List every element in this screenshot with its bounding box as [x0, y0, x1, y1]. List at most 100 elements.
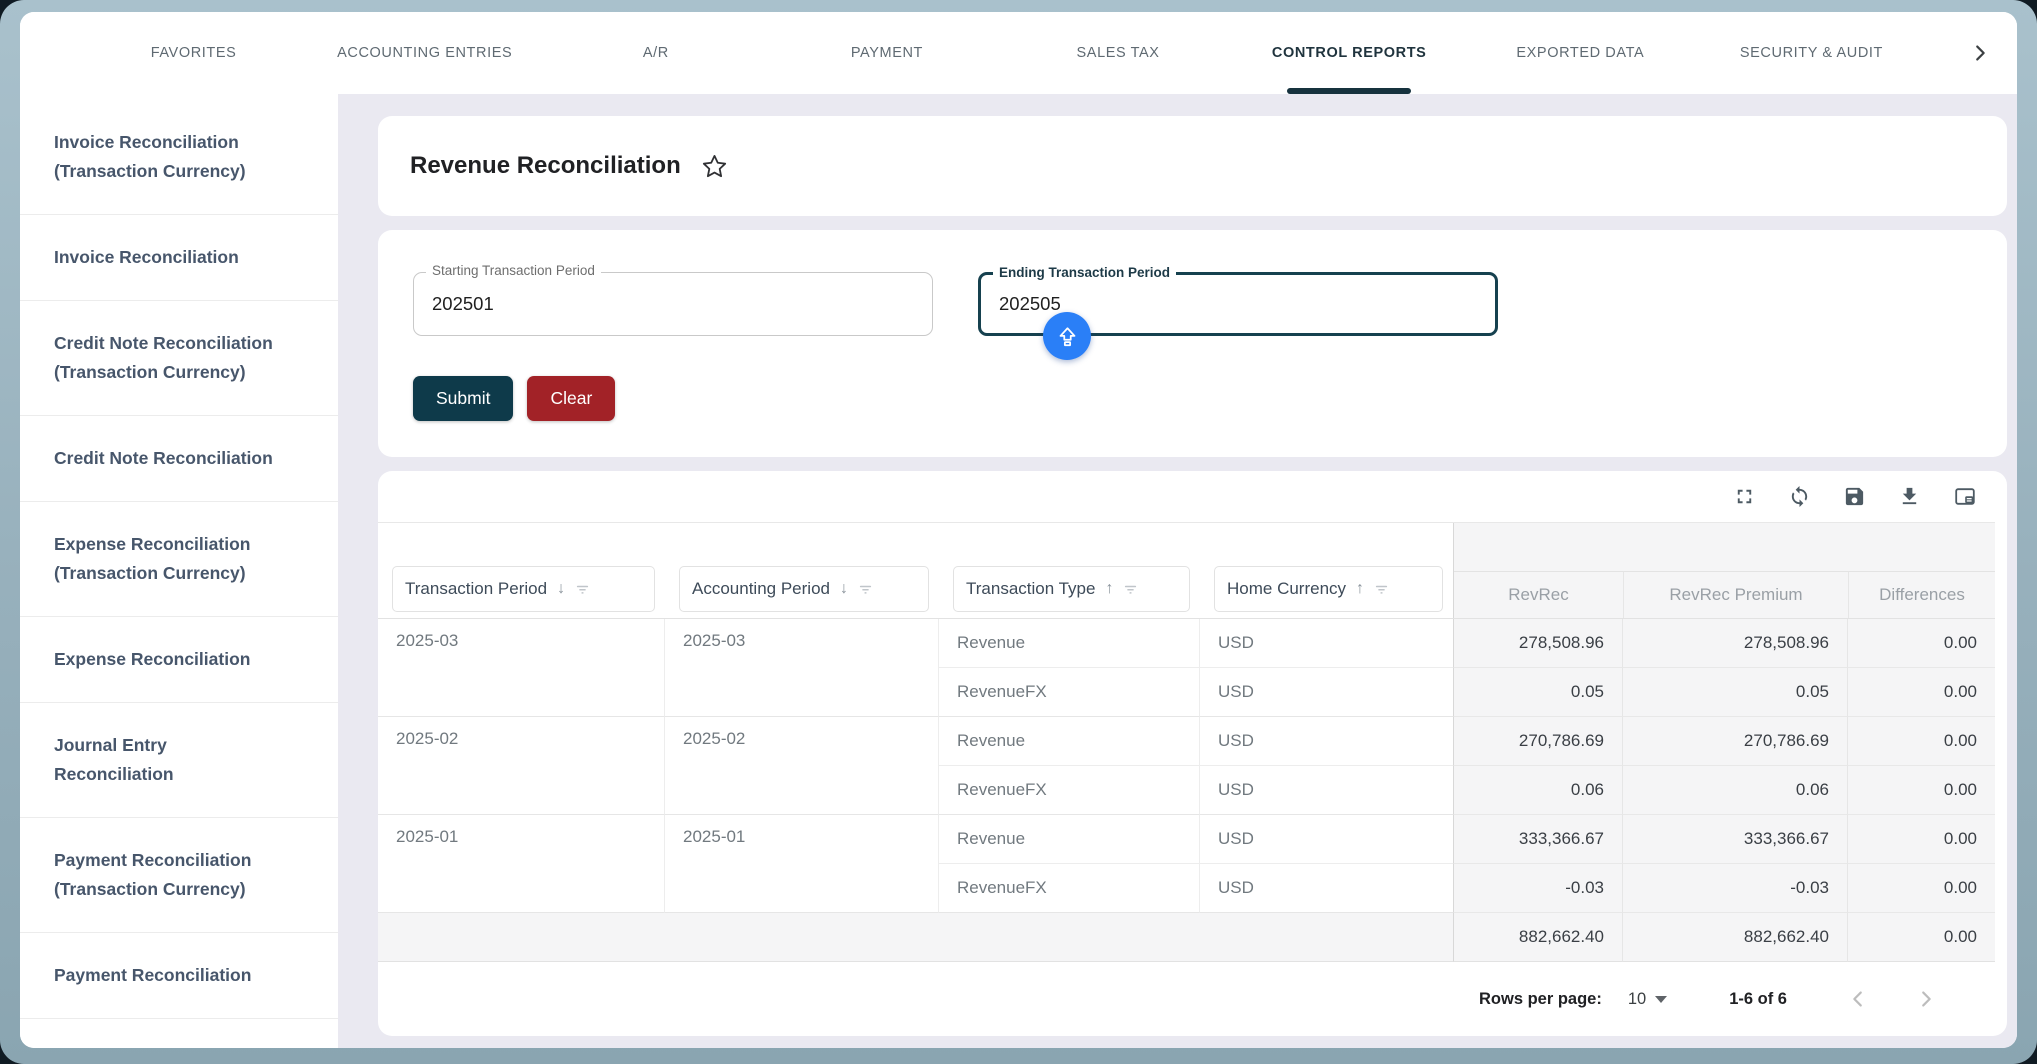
- submit-button[interactable]: Submit: [413, 376, 513, 421]
- sidebar-item-partial[interactable]: [20, 1019, 338, 1048]
- sort-asc-icon: ↑: [1356, 580, 1364, 598]
- sidebar-item-expense-reconciliation-tc[interactable]: Expense Reconciliation (Transaction Curr…: [20, 502, 338, 617]
- active-tab-underline: [1287, 88, 1411, 94]
- ending-transaction-period-field[interactable]: Ending Transaction Period 202505: [978, 272, 1498, 336]
- cell-transaction-period: 2025-03: [378, 619, 665, 717]
- cell-revrec: -0.03: [1453, 864, 1622, 913]
- next-page-button[interactable]: [1915, 988, 1937, 1010]
- sidebar-item-invoice-reconciliation[interactable]: Invoice Reconciliation: [20, 215, 338, 301]
- favorite-star-button[interactable]: [701, 153, 728, 180]
- cell-accounting-period: 2025-03: [665, 619, 939, 717]
- tab-control-reports-label: CONTROL REPORTS: [1272, 45, 1427, 61]
- table-header: Transaction Period ↓ Accounting Period ↓: [378, 523, 1995, 619]
- tab-sales-tax[interactable]: SALES TAX: [1003, 12, 1234, 94]
- total-differences: 0.00: [1847, 913, 1995, 962]
- cell-differences: 0.00: [1847, 619, 1995, 668]
- download-button[interactable]: [1898, 485, 1921, 508]
- cell-home-currency: USD: [1200, 864, 1453, 913]
- sidebar-item-credit-note-reconciliation-tc[interactable]: Credit Note Reconciliation (Transaction …: [20, 301, 338, 416]
- shift-click-indicator: [1043, 312, 1091, 360]
- cell-revrec: 270,786.69: [1453, 717, 1622, 766]
- tab-control-reports[interactable]: CONTROL REPORTS: [1234, 12, 1465, 94]
- cell-differences: 0.00: [1847, 864, 1995, 913]
- cell-revrec-premium: 0.05: [1622, 668, 1847, 717]
- app-body: Invoice Reconciliation (Transaction Curr…: [20, 94, 2017, 1048]
- fullscreen-icon: [1733, 485, 1756, 508]
- pagination-range: 1-6 of 6: [1729, 990, 1787, 1009]
- save-button[interactable]: [1843, 485, 1866, 508]
- fullscreen-button[interactable]: [1733, 485, 1756, 508]
- rows-per-page-value: 10: [1628, 990, 1646, 1009]
- table-toolbar: [378, 471, 1995, 523]
- filter-icon[interactable]: [1123, 582, 1138, 597]
- rows-per-page-select[interactable]: 10: [1628, 990, 1667, 1009]
- save-floppy-icon: [1843, 485, 1866, 508]
- filter-icon[interactable]: [575, 582, 590, 597]
- cell-home-currency: USD: [1200, 668, 1453, 717]
- header-cell-home-currency: Home Currency ↑: [1200, 523, 1453, 618]
- tab-payment[interactable]: PAYMENT: [771, 12, 1002, 94]
- sidebar-item-payment-reconciliation-tc[interactable]: Payment Reconciliation (Transaction Curr…: [20, 818, 338, 933]
- tabs-overflow-button[interactable]: [1969, 12, 1991, 94]
- results-table-card: Transaction Period ↓ Accounting Period ↓: [378, 471, 2007, 1036]
- download-icon: [1898, 485, 1921, 508]
- cell-transaction-type: RevenueFX: [939, 766, 1200, 815]
- cell-home-currency: USD: [1200, 619, 1453, 668]
- cell-home-currency: USD: [1200, 815, 1453, 864]
- tab-accounting-entries[interactable]: ACCOUNTING ENTRIES: [309, 12, 540, 94]
- columns-panel-icon: [1953, 485, 1977, 509]
- sort-home-currency[interactable]: Home Currency ↑: [1214, 566, 1443, 612]
- cell-transaction-type: RevenueFX: [939, 864, 1200, 913]
- header-differences: Differences: [1848, 571, 1995, 618]
- cell-transaction-type: Revenue: [939, 619, 1200, 668]
- sort-accounting-period[interactable]: Accounting Period ↓: [679, 566, 929, 612]
- sidebar-item-payment-reconciliation[interactable]: Payment Reconciliation: [20, 933, 338, 1019]
- filter-icon[interactable]: [1374, 582, 1389, 597]
- cell-revrec-premium: -0.03: [1622, 864, 1847, 913]
- manage-columns-button[interactable]: [1953, 485, 1977, 509]
- tab-ar[interactable]: A/R: [540, 12, 771, 94]
- shift-key-icon: [1054, 323, 1081, 350]
- refresh-button[interactable]: [1788, 485, 1811, 508]
- pagination-bar: Rows per page: 10 1-6 of 6: [378, 962, 1995, 1036]
- cell-accounting-period: 2025-01: [665, 815, 939, 913]
- header-cell-transaction-type: Transaction Type ↑: [939, 523, 1200, 618]
- header-label: Transaction Type: [966, 579, 1095, 599]
- cell-revrec-premium: 333,366.67: [1622, 815, 1847, 864]
- header-revrec-premium: RevRec Premium: [1623, 571, 1848, 618]
- tab-favorites[interactable]: FAVORITES: [78, 12, 309, 94]
- header-cell-transaction-period: Transaction Period ↓: [378, 523, 665, 618]
- header-cell-accounting-period: Accounting Period ↓: [665, 523, 939, 618]
- sidebar-item-invoice-reconciliation-tc[interactable]: Invoice Reconciliation (Transaction Curr…: [20, 94, 338, 215]
- sidebar-item-credit-note-reconciliation[interactable]: Credit Note Reconciliation: [20, 416, 338, 502]
- cell-home-currency: USD: [1200, 766, 1453, 815]
- previous-page-button[interactable]: [1847, 988, 1869, 1010]
- starting-transaction-period-label: Starting Transaction Period: [426, 263, 601, 278]
- cell-home-currency: USD: [1200, 717, 1453, 766]
- ending-transaction-period-value: 202505: [999, 293, 1061, 315]
- filter-icon[interactable]: [858, 582, 873, 597]
- report-list-sidebar: Invoice Reconciliation (Transaction Curr…: [20, 94, 338, 1048]
- sort-transaction-type[interactable]: Transaction Type ↑: [953, 566, 1190, 612]
- chevron-right-icon: [1969, 42, 1991, 64]
- tab-security-audit[interactable]: SECURITY & AUDIT: [1696, 12, 1927, 94]
- total-row-spacer: [378, 913, 1453, 962]
- tab-exported-data[interactable]: EXPORTED DATA: [1465, 12, 1696, 94]
- filter-form-card: Starting Transaction Period 202501 Endin…: [378, 230, 2007, 457]
- cell-revrec-premium: 278,508.96: [1622, 619, 1847, 668]
- cell-differences: 0.00: [1847, 766, 1995, 815]
- window-frame: FAVORITES ACCOUNTING ENTRIES A/R PAYMENT…: [0, 0, 2037, 1064]
- starting-transaction-period-value: 202501: [432, 293, 494, 315]
- header-revrec: RevRec: [1454, 571, 1623, 618]
- sidebar-item-journal-entry-reconciliation[interactable]: Journal Entry Reconciliation: [20, 703, 338, 818]
- ending-transaction-period-label: Ending Transaction Period: [993, 265, 1176, 280]
- sort-desc-icon: ↓: [840, 580, 848, 598]
- sidebar-item-expense-reconciliation[interactable]: Expense Reconciliation: [20, 617, 338, 703]
- table-body: 2025-03 2025-03 Revenue USD 278,508.96 2…: [378, 619, 1995, 962]
- star-outline-icon: [701, 153, 728, 180]
- header-label: Home Currency: [1227, 579, 1346, 599]
- clear-button[interactable]: Clear: [527, 376, 615, 421]
- sort-transaction-period[interactable]: Transaction Period ↓: [392, 566, 655, 612]
- pagination-nav: [1847, 988, 1937, 1010]
- starting-transaction-period-field[interactable]: Starting Transaction Period 202501: [413, 272, 933, 336]
